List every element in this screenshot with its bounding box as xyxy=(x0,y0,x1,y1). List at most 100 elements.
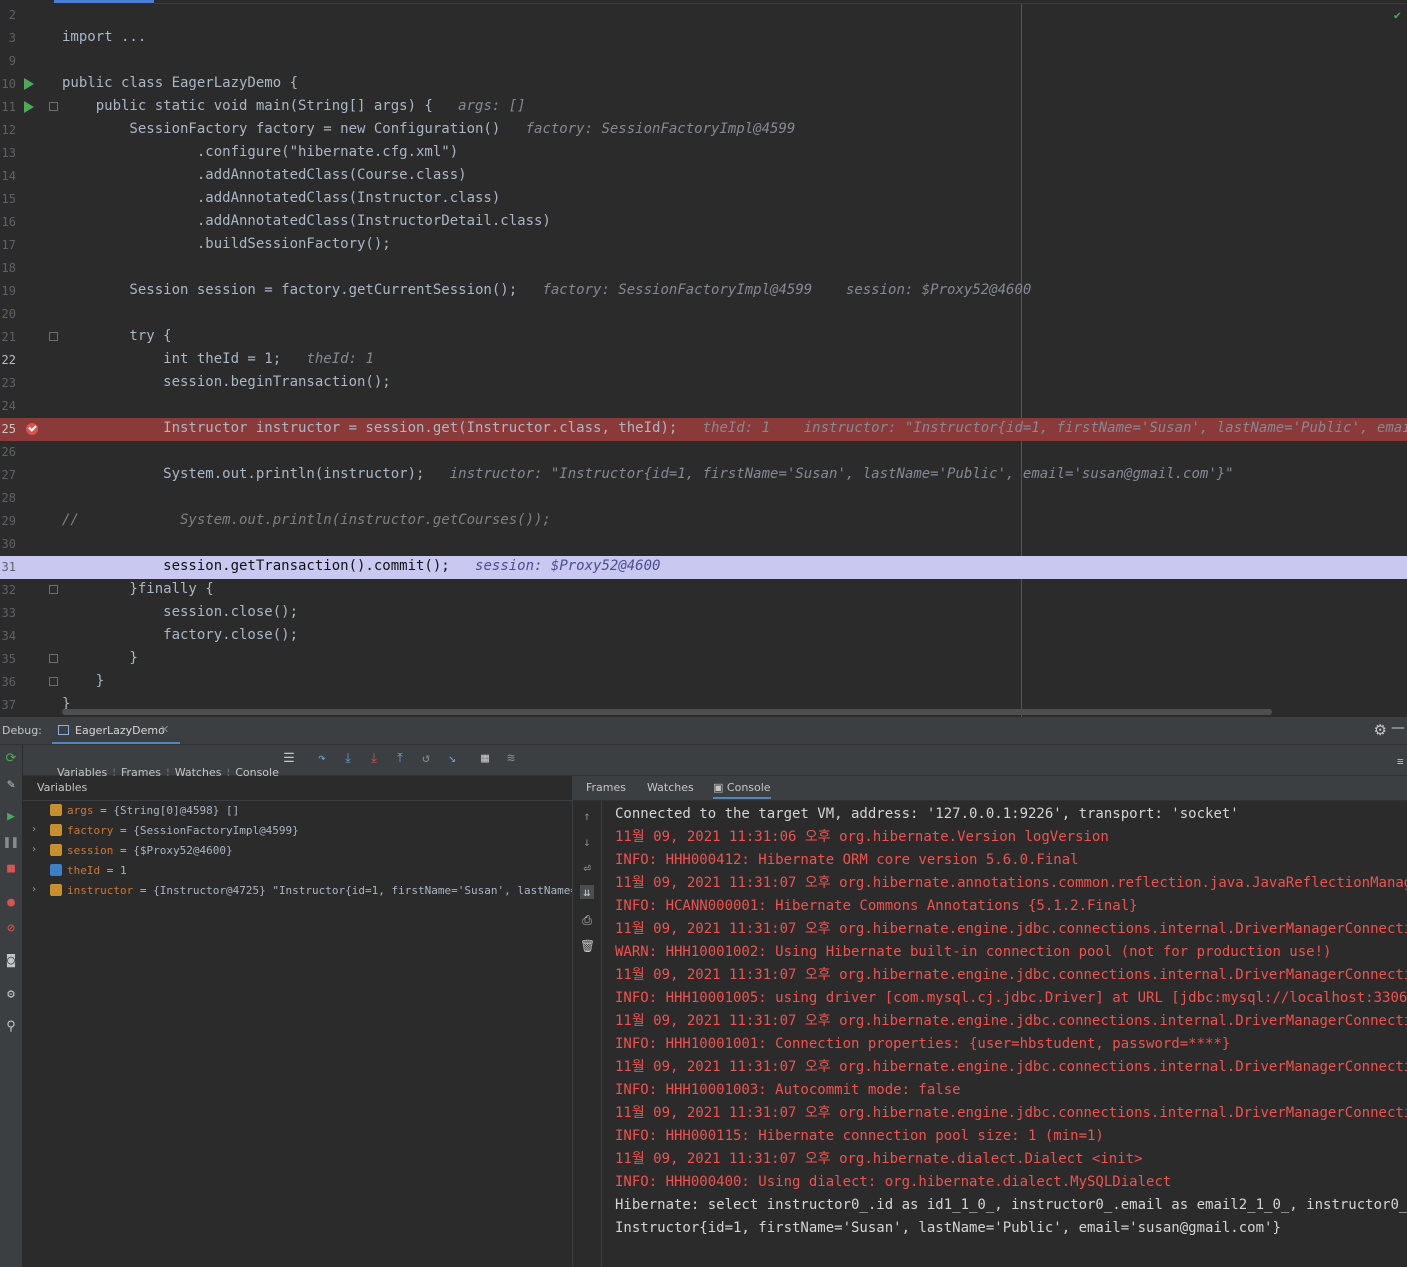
close-icon[interactable]: ✕ xyxy=(160,723,169,736)
expand-arrow-icon[interactable]: › xyxy=(31,884,37,895)
arrow-up-icon[interactable]: ↑ xyxy=(580,809,594,823)
trash-icon[interactable]: 🗑 xyxy=(580,939,595,953)
line-number[interactable]: 32 xyxy=(0,583,16,597)
view-breakpoints-icon[interactable]: ● xyxy=(3,895,19,911)
editor-horizontal-scrollbar[interactable] xyxy=(62,709,1272,715)
console-pane[interactable]: Frames Watches ▣ Console ↑ ↓ ⏎ ⇊ ⎙ 🗑 Con… xyxy=(573,776,1407,1267)
line-number[interactable]: 17 xyxy=(0,238,16,252)
tab-console-active[interactable]: ▣ Console xyxy=(713,781,771,799)
code-line[interactable]: 3 import ... xyxy=(0,27,1407,50)
variable-row[interactable]: theId = 1 xyxy=(23,861,572,881)
code-line[interactable]: 13 .configure("hibernate.cfg.xml") xyxy=(0,142,1407,165)
force-step-into-icon[interactable]: ⤓ xyxy=(366,751,382,767)
print-icon[interactable]: ⎙ xyxy=(580,913,594,927)
settings-icon[interactable]: ⚙ xyxy=(3,987,19,1003)
step-out-icon[interactable]: ⤒ xyxy=(392,751,408,767)
code-text[interactable]: session.beginTransaction(); xyxy=(62,374,391,390)
code-line[interactable]: 10 public class EagerLazyDemo { xyxy=(0,73,1407,96)
code-text[interactable]: .configure("hibernate.cfg.xml") xyxy=(62,144,458,160)
line-number[interactable]: 16 xyxy=(0,215,16,229)
code-line[interactable]: 27 System.out.println(instructor); instr… xyxy=(0,464,1407,487)
variable-row[interactable]: › instructor = {Instructor@4725} "Instruc… xyxy=(23,881,572,901)
gear-icon[interactable]: ⚙ xyxy=(1374,721,1387,739)
code-text[interactable]: public static void main(String[] args) {… xyxy=(62,98,526,114)
code-text[interactable]: } xyxy=(62,673,104,689)
pin-icon[interactable]: ⚲ xyxy=(3,1019,19,1035)
code-text[interactable]: }finally { xyxy=(62,581,213,597)
code-line[interactable]: 17 .buildSessionFactory(); xyxy=(0,234,1407,257)
expand-arrow-icon[interactable]: › xyxy=(31,844,37,855)
evaluate-expression-icon[interactable]: ▦ xyxy=(477,751,493,767)
rerun-icon[interactable]: ⟳ xyxy=(3,751,19,767)
run-to-cursor-icon[interactable]: ↘ xyxy=(444,751,460,767)
code-text[interactable]: // System.out.println(instructor.getCour… xyxy=(62,512,551,528)
code-line[interactable]: 33 session.close(); xyxy=(0,602,1407,625)
line-number[interactable]: 20 xyxy=(0,307,16,321)
code-line[interactable]: 12 SessionFactory factory = new Configur… xyxy=(0,119,1407,142)
code-text[interactable]: } xyxy=(62,650,137,666)
run-gutter-icon[interactable] xyxy=(24,78,34,90)
line-number[interactable]: 27 xyxy=(0,468,16,482)
code-line[interactable]: 31 session.getTransaction().commit(); se… xyxy=(0,556,1407,579)
mute-breakpoints-icon[interactable]: ⊘ xyxy=(3,921,19,937)
code-text[interactable]: try { xyxy=(62,328,171,344)
line-number[interactable]: 18 xyxy=(0,261,16,275)
fold-marker-icon[interactable] xyxy=(49,654,58,663)
line-number[interactable]: 9 xyxy=(0,54,16,68)
code-line[interactable]: 11 public static void main(String[] args… xyxy=(0,96,1407,119)
code-text[interactable]: session.close(); xyxy=(62,604,298,620)
run-config-tab[interactable]: EagerLazyDemo ✕ xyxy=(52,717,180,744)
variable-row[interactable]: args = {String[0]@4598} [] xyxy=(23,801,572,821)
code-line[interactable]: 22 int theId = 1; theId: 1 xyxy=(0,349,1407,372)
line-number[interactable]: 34 xyxy=(0,629,16,643)
code-text[interactable]: factory.close(); xyxy=(62,627,298,643)
code-text[interactable]: Instructor instructor = session.get(Inst… xyxy=(62,420,1407,436)
tab-frames-console[interactable]: Frames xyxy=(586,781,626,794)
line-number[interactable]: 37 xyxy=(0,698,16,712)
code-text[interactable]: .addAnnotatedClass(Instructor.class) xyxy=(62,190,500,206)
arrow-down-icon[interactable]: ↓ xyxy=(580,835,594,849)
code-text[interactable]: session.getTransaction().commit(); sessi… xyxy=(62,558,660,574)
line-number[interactable]: 2 xyxy=(0,8,16,22)
fold-marker-icon[interactable] xyxy=(49,585,58,594)
line-number[interactable]: 25 xyxy=(0,422,16,436)
inspection-ok-icon[interactable]: ✔ xyxy=(1394,8,1401,22)
code-line[interactable]: 14 .addAnnotatedClass(Course.class) xyxy=(0,165,1407,188)
fold-marker-icon[interactable] xyxy=(49,102,58,111)
resume-icon[interactable]: ▶ xyxy=(3,809,19,825)
code-line[interactable]: 26 xyxy=(0,441,1407,464)
line-number[interactable]: 35 xyxy=(0,652,16,666)
code-line[interactable]: 30 xyxy=(0,533,1407,556)
line-number[interactable]: 30 xyxy=(0,537,16,551)
code-text[interactable]: .addAnnotatedClass(Course.class) xyxy=(62,167,467,183)
console-output[interactable]: Connected to the target VM, address: '12… xyxy=(615,803,1407,1263)
line-number[interactable]: 14 xyxy=(0,169,16,183)
line-number[interactable]: 33 xyxy=(0,606,16,620)
expand-arrow-icon[interactable]: › xyxy=(31,824,37,835)
line-number[interactable]: 28 xyxy=(0,491,16,505)
code-editor[interactable]: 2 3 import ... 9 10 public class EagerLazyDem… xyxy=(0,0,1407,717)
scroll-to-end-icon[interactable]: ⇊ xyxy=(580,885,594,899)
code-text[interactable]: int theId = 1; theId: 1 xyxy=(62,351,374,367)
code-line[interactable]: 9 xyxy=(0,50,1407,73)
stop-icon[interactable]: ■ xyxy=(3,861,19,877)
breakpoint-icon[interactable] xyxy=(26,423,38,435)
line-number[interactable]: 3 xyxy=(0,31,16,45)
code-line[interactable]: 18 xyxy=(0,257,1407,280)
code-line[interactable]: 21 try { xyxy=(0,326,1407,349)
fold-marker-icon[interactable] xyxy=(49,332,58,341)
code-line[interactable]: 24 xyxy=(0,395,1407,418)
code-line[interactable]: 2 xyxy=(0,4,1407,27)
code-line[interactable]: 25 Instructor instructor = session.get(I… xyxy=(0,418,1407,441)
menu-lines-icon[interactable]: ☰ xyxy=(281,751,297,767)
code-line[interactable]: 20 xyxy=(0,303,1407,326)
code-line[interactable]: 34 factory.close(); xyxy=(0,625,1407,648)
code-line[interactable]: 28 xyxy=(0,487,1407,510)
line-number[interactable]: 21 xyxy=(0,330,16,344)
line-number[interactable]: 19 xyxy=(0,284,16,298)
code-line[interactable]: 19 Session session = factory.getCurrentS… xyxy=(0,280,1407,303)
code-text[interactable]: import ... xyxy=(62,29,146,45)
code-text[interactable]: public class EagerLazyDemo { xyxy=(62,75,298,91)
code-text[interactable]: .addAnnotatedClass(InstructorDetail.clas… xyxy=(62,213,551,229)
soft-wrap-icon[interactable]: ⏎ xyxy=(580,861,594,875)
